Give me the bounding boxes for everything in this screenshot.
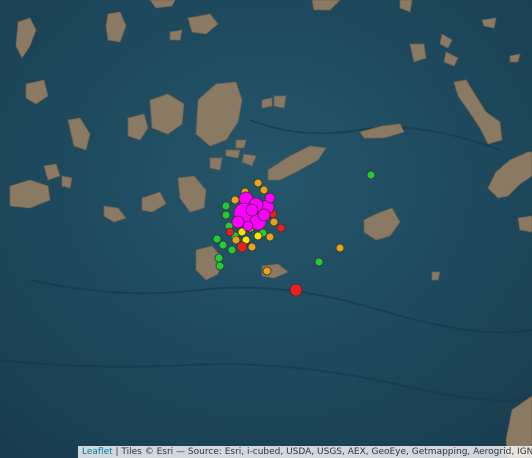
earthquake-marker[interactable] [366,170,376,180]
earthquake-marker[interactable] [212,234,222,244]
earthquake-marker[interactable] [247,242,257,252]
map-container[interactable]: Leaflet | Tiles © Esri — Source: Esri, i… [0,0,532,458]
earthquake-marker[interactable] [257,208,271,222]
earthquake-marker[interactable] [259,185,269,195]
earthquake-marker[interactable] [265,232,275,242]
earthquake-marker[interactable] [276,223,286,233]
sea [0,0,532,458]
earthquake-marker[interactable] [225,227,235,237]
island [169,29,183,41]
island [517,215,532,233]
earthquake-marker[interactable] [242,220,254,232]
earthquake-marker[interactable] [289,283,303,297]
earthquake-marker[interactable] [231,215,245,229]
island [273,95,287,109]
earthquake-marker[interactable] [214,253,224,263]
island [61,175,73,189]
island [209,157,223,171]
island [235,139,247,149]
earthquake-marker[interactable] [227,245,237,255]
earthquake-marker[interactable] [262,266,272,276]
island [261,97,273,109]
earthquake-marker[interactable] [269,217,279,227]
earthquake-marker[interactable] [218,240,228,250]
earthquake-marker[interactable] [264,192,276,204]
map-attribution: Leaflet | Tiles © Esri — Source: Esri, i… [78,446,532,458]
earthquake-marker[interactable] [221,201,231,211]
satellite-basemap[interactable] [0,0,532,458]
earthquake-marker[interactable] [335,243,345,253]
earthquake-marker[interactable] [221,210,231,220]
earthquake-marker[interactable] [245,203,259,217]
earthquake-marker[interactable] [230,195,240,205]
earthquake-marker[interactable] [314,257,324,267]
leaflet-link[interactable]: Leaflet [82,447,113,457]
earthquake-marker[interactable] [215,261,225,271]
earthquake-marker[interactable] [253,231,263,241]
attribution-text: Tiles © Esri — Source: Esri, i-cubed, US… [121,447,532,457]
earthquake-marker[interactable] [253,178,263,188]
earthquake-marker[interactable] [236,241,248,253]
